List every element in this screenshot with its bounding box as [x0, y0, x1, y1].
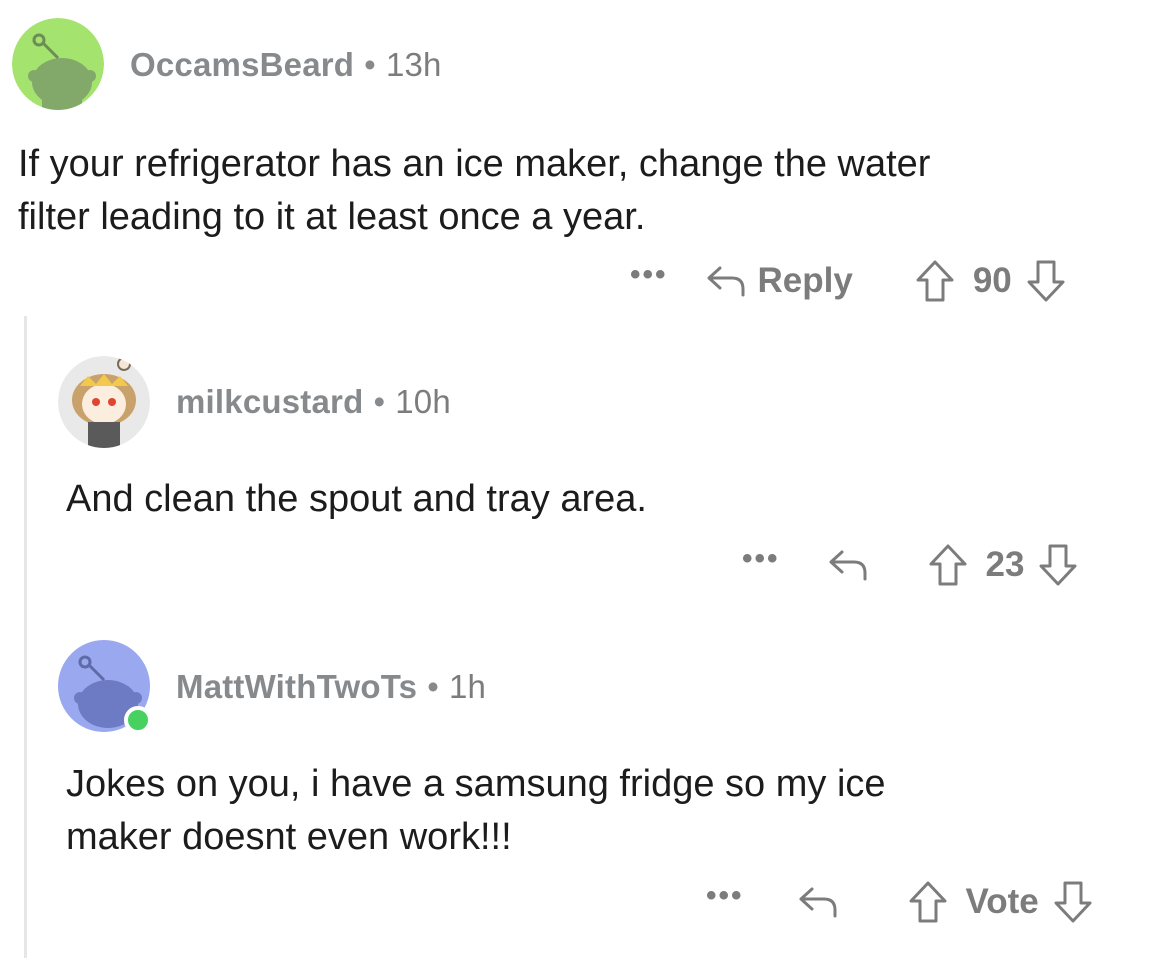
- comment-body: Jokes on you, i have a samsung fridge so…: [66, 763, 886, 858]
- meta-separator: •: [427, 668, 439, 705]
- upvote-arrow-icon[interactable]: [915, 259, 955, 303]
- more-options-icon[interactable]: •••: [706, 879, 744, 913]
- comment-actions: ••• Reply 90: [630, 256, 1066, 306]
- snoo-avatar-icon: [58, 640, 152, 734]
- username[interactable]: MattWithTwoTs: [176, 668, 417, 705]
- username[interactable]: OccamsBeard: [130, 46, 354, 83]
- snoo-avatar-icon: [58, 356, 150, 448]
- reply-button[interactable]: [828, 548, 880, 582]
- upvote-arrow-icon[interactable]: [928, 543, 968, 587]
- comment-actions: ••• 23: [742, 540, 1078, 590]
- avatar-mattwithtwots[interactable]: [58, 640, 152, 734]
- timestamp: 10h: [395, 383, 451, 420]
- online-status-indicator: [124, 706, 152, 734]
- avatar-milkcustard[interactable]: [58, 356, 150, 448]
- username[interactable]: milkcustard: [176, 383, 363, 420]
- more-options-icon[interactable]: •••: [630, 258, 668, 292]
- vote-count: 23: [985, 545, 1025, 584]
- upvote-arrow-icon[interactable]: [908, 880, 948, 924]
- downvote-arrow-icon[interactable]: [1053, 880, 1093, 924]
- timestamp: 1h: [448, 668, 487, 705]
- downvote-arrow-icon[interactable]: [1026, 259, 1066, 303]
- meta-separator: •: [373, 383, 386, 420]
- vote-label: Vote: [965, 882, 1039, 921]
- comment-meta: MattWithTwoTs • 1h: [176, 668, 486, 706]
- downvote-arrow-icon[interactable]: [1038, 543, 1078, 587]
- comment-body: And clean the spout and tray area.: [66, 478, 647, 520]
- comment-meta: milkcustard • 10h: [176, 383, 451, 421]
- comment-actions: ••• Vote: [706, 877, 1093, 927]
- reply-button[interactable]: Reply: [706, 261, 853, 301]
- reply-button[interactable]: [798, 885, 850, 919]
- reply-arrow-icon: [799, 887, 837, 918]
- meta-separator: •: [364, 46, 376, 83]
- reply-arrow-icon: [829, 550, 867, 581]
- comment-meta: OccamsBeard • 13h: [130, 46, 442, 84]
- vote-controls: Vote: [908, 880, 1093, 924]
- vote-count: 90: [972, 261, 1012, 300]
- reply-arrow-icon: [707, 266, 745, 297]
- reply-label: Reply: [757, 261, 853, 300]
- vote-controls: 90: [915, 259, 1066, 303]
- comment-body: If your refrigerator has an ice maker, c…: [18, 143, 931, 238]
- avatar-occamsbeard[interactable]: [12, 18, 104, 110]
- comment-thread: OccamsBeard • 13h If your refrigerator has…: [0, 0, 1170, 958]
- vote-controls: 23: [928, 543, 1079, 587]
- timestamp: 13h: [385, 46, 442, 83]
- more-options-icon[interactable]: •••: [742, 542, 780, 576]
- snoo-avatar-icon: [12, 18, 104, 110]
- thread-collapse-line[interactable]: [24, 316, 27, 958]
